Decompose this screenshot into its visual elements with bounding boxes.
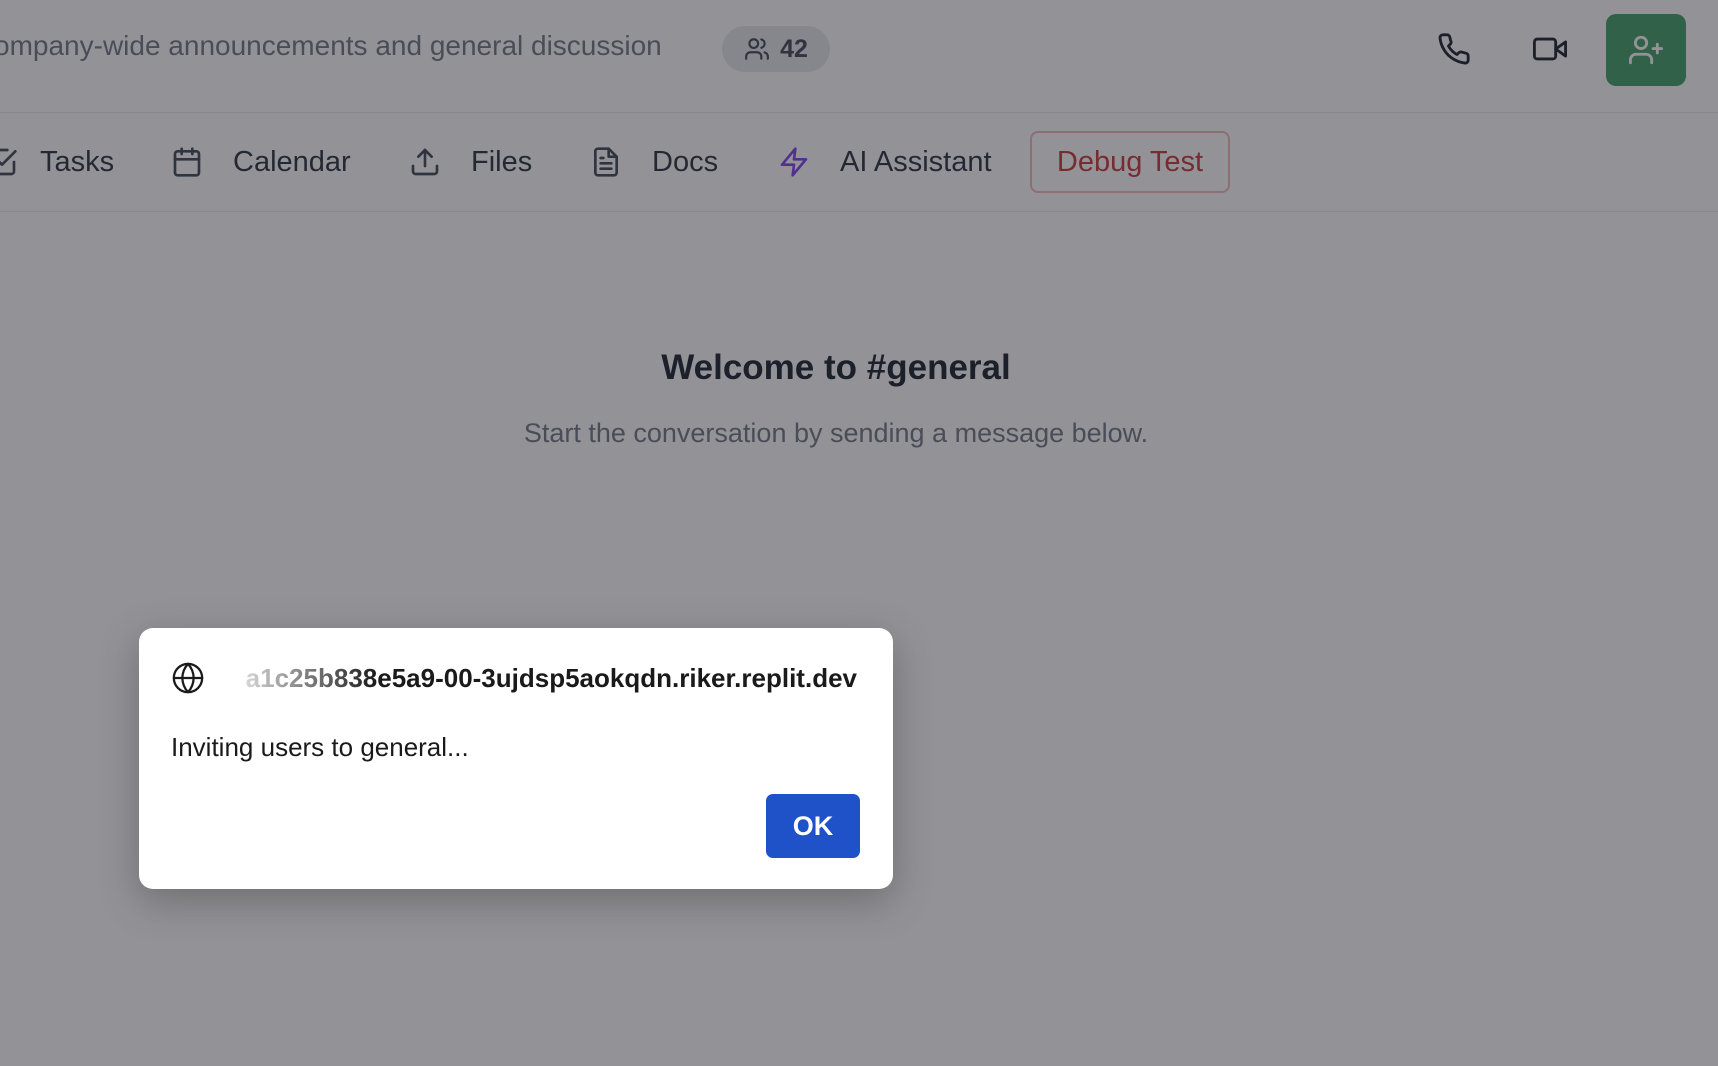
ok-button[interactable]: OK xyxy=(766,794,860,858)
dialog-message: Inviting users to general... xyxy=(171,732,469,762)
origin-url: a1c25b838e5a9-00-3ujdsp5aokqdn.riker.rep… xyxy=(245,662,857,693)
alert-dialog: a1c25b838e5a9-00-3ujdsp5aokqdn.riker.rep… xyxy=(139,628,893,889)
modal-overlay xyxy=(0,0,1718,1066)
dialog-origin-text: a1c25b838e5a9-00-3ujdsp5aokqdn.riker.rep… xyxy=(217,663,857,694)
dialog-origin: a1c25b838e5a9-00-3ujdsp5aokqdn.riker.rep… xyxy=(171,661,857,695)
globe-icon xyxy=(172,662,204,694)
